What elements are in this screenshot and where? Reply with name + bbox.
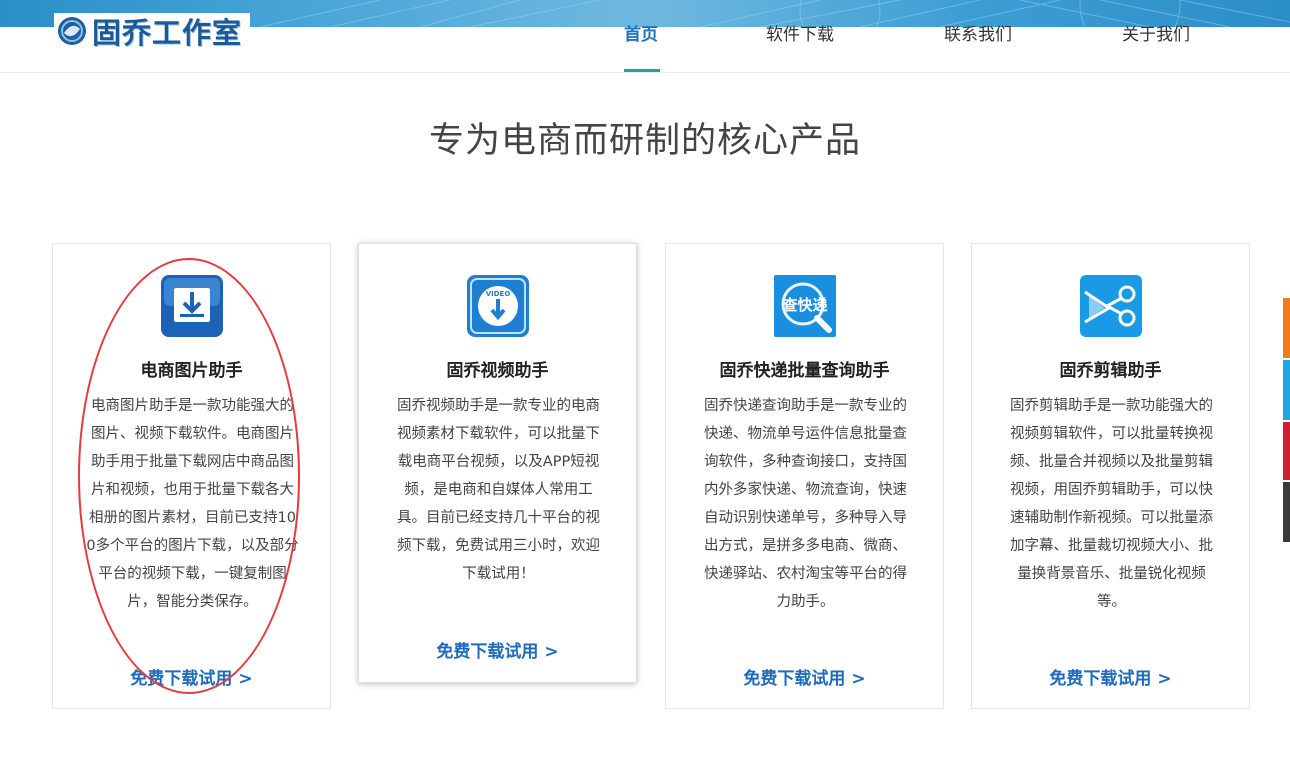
video-icon-label: VIDEO bbox=[485, 290, 510, 298]
main-nav: 首页 软件下载 联系我们 关于我们 bbox=[0, 0, 1290, 72]
nav-active-indicator bbox=[624, 69, 660, 72]
free-download-link[interactable]: 免费下载试用 > bbox=[359, 637, 636, 662]
product-card-express-query: 查快递 固乔快递批量查询助手 固乔快递查询助手是一款专业的快递、物流单号运件信息… bbox=[665, 243, 944, 709]
nav-item-software-download[interactable]: 软件下载 bbox=[766, 20, 834, 45]
free-download-link[interactable]: 免费下载试用 > bbox=[666, 664, 943, 689]
card-description: 固乔视频助手是一款专业的电商视频素材下载软件，可以批量下载电商平台视频，以及AP… bbox=[397, 398, 600, 582]
card-description: 固乔剪辑助手是一款功能强大的视频剪辑软件，可以批量转换视频、批量合并视频以及批量… bbox=[1010, 398, 1213, 610]
free-download-link[interactable]: 免费下载试用 > bbox=[53, 664, 330, 689]
scissors-icon bbox=[1079, 275, 1142, 337]
nav-item-home[interactable]: 首页 bbox=[624, 20, 658, 45]
card-title: 固乔视频助手 bbox=[446, 361, 549, 381]
card-title: 固乔快递批量查询助手 bbox=[719, 361, 890, 381]
nav-item-contact[interactable]: 联系我们 bbox=[944, 20, 1012, 45]
free-download-link[interactable]: 免费下载试用 > bbox=[972, 664, 1249, 689]
card-description: 固乔快递查询助手是一款专业的快递、物流单号运件信息批量查询软件，多种查询接口，支… bbox=[704, 398, 907, 610]
side-button-red[interactable] bbox=[1283, 422, 1290, 480]
card-title: 电商图片助手 bbox=[140, 361, 243, 381]
side-button-blue[interactable] bbox=[1283, 360, 1290, 420]
nav-item-about[interactable]: 关于我们 bbox=[1122, 20, 1190, 45]
express-icon-label: 查快递 bbox=[782, 296, 827, 314]
product-card-editing-assistant: 固乔剪辑助手 固乔剪辑助手是一款功能强大的视频剪辑软件，可以批量转换视频、批量合… bbox=[971, 243, 1250, 709]
side-button-orange[interactable] bbox=[1283, 298, 1290, 358]
site-header: 固乔工作室 首页 软件下载 联系我们 关于我们 bbox=[0, 0, 1290, 73]
express-search-icon: 查快递 bbox=[773, 275, 836, 337]
product-card-video-assistant: VIDEO 固乔视频助手 固乔视频助手是一款专业的电商视频素材下载软件，可以批量… bbox=[358, 243, 637, 683]
card-title: 固乔剪辑助手 bbox=[1059, 361, 1162, 381]
side-button-dark[interactable] bbox=[1283, 482, 1290, 542]
download-icon bbox=[160, 275, 223, 337]
card-description: 电商图片助手是一款功能强大的图片、视频下载软件。电商图片助手用于批量下载网店中商… bbox=[86, 398, 299, 610]
section-title: 专为电商而研制的核心产品 bbox=[428, 121, 861, 161]
product-card-image-assistant: 电商图片助手 电商图片助手是一款功能强大的图片、视频下载软件。电商图片助手用于批… bbox=[52, 243, 331, 709]
video-download-icon: VIDEO bbox=[466, 275, 529, 337]
